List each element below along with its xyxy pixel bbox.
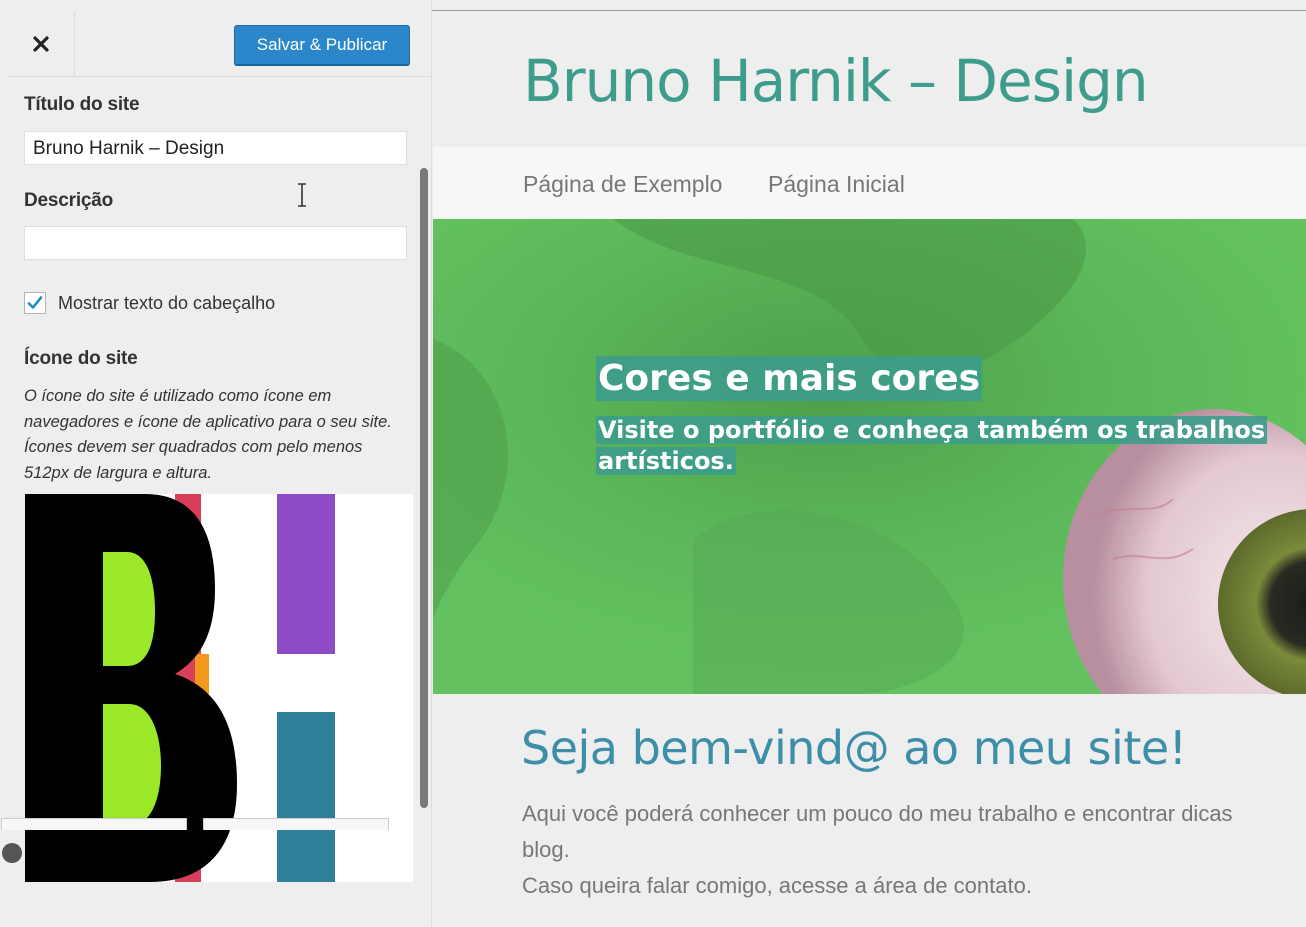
hero-subtitle: Visite o portfólio e conheça também os t… <box>596 415 1268 477</box>
hero-subtitle-text: Visite o portfólio e conheça também os t… <box>596 416 1268 475</box>
site-title-label: Título do site <box>24 94 140 115</box>
description-input[interactable] <box>24 226 407 260</box>
sidebar-scrollbar[interactable] <box>420 168 428 808</box>
description-label: Descrição <box>24 190 114 211</box>
site-preview: Bruno Harnik – Design Página de Exemplo … <box>433 11 1306 927</box>
welcome-heading: Seja bem-vind@ ao meu site! <box>521 721 1187 775</box>
customizer-header: Salvar & Publicar <box>8 11 431 77</box>
site-icon-label: Ícone do site <box>24 348 138 369</box>
welcome-body: Aqui você poderá conhecer um pouco do me… <box>522 796 1306 904</box>
change-image-button[interactable] <box>1 818 187 830</box>
remove-image-button[interactable] <box>203 818 389 830</box>
hero-title: Cores e mais cores <box>596 356 983 401</box>
site-icon-description: O ícone do site é utilizado como ícone e… <box>24 387 392 482</box>
body-line: Caso queira falar comigo, acesse a área … <box>522 873 1032 898</box>
close-button[interactable] <box>8 11 75 76</box>
show-header-text-label: Mostrar texto do cabeçalho <box>58 292 276 313</box>
site-title-input[interactable]: Bruno Harnik – Design <box>24 131 407 165</box>
save-publish-button[interactable]: Salvar & Publicar <box>234 25 410 65</box>
body-line: blog. <box>522 837 570 862</box>
show-header-text-checkbox[interactable] <box>24 292 46 314</box>
text-cursor-icon <box>298 183 306 207</box>
preview-nav-bar: Página de Exemplo Página Inicial <box>433 147 1306 219</box>
close-icon <box>33 35 49 52</box>
checkmark-icon <box>27 296 43 309</box>
nav-item-example-page[interactable]: Página de Exemplo <box>523 171 722 198</box>
show-header-text-row: Mostrar texto do cabeçalho <box>24 291 275 315</box>
customizer-sidebar: Salvar & Publicar Título do site Bruno H… <box>0 0 432 927</box>
hero-banner: Cores e mais cores Visite o portfólio e … <box>433 219 1306 694</box>
nav-item-home[interactable]: Página Inicial <box>768 171 905 198</box>
body-line: Aqui você poderá conhecer um pouco do me… <box>522 801 1233 826</box>
preview-site-title[interactable]: Bruno Harnik – Design <box>523 47 1149 115</box>
radio-icon[interactable] <box>2 843 22 863</box>
